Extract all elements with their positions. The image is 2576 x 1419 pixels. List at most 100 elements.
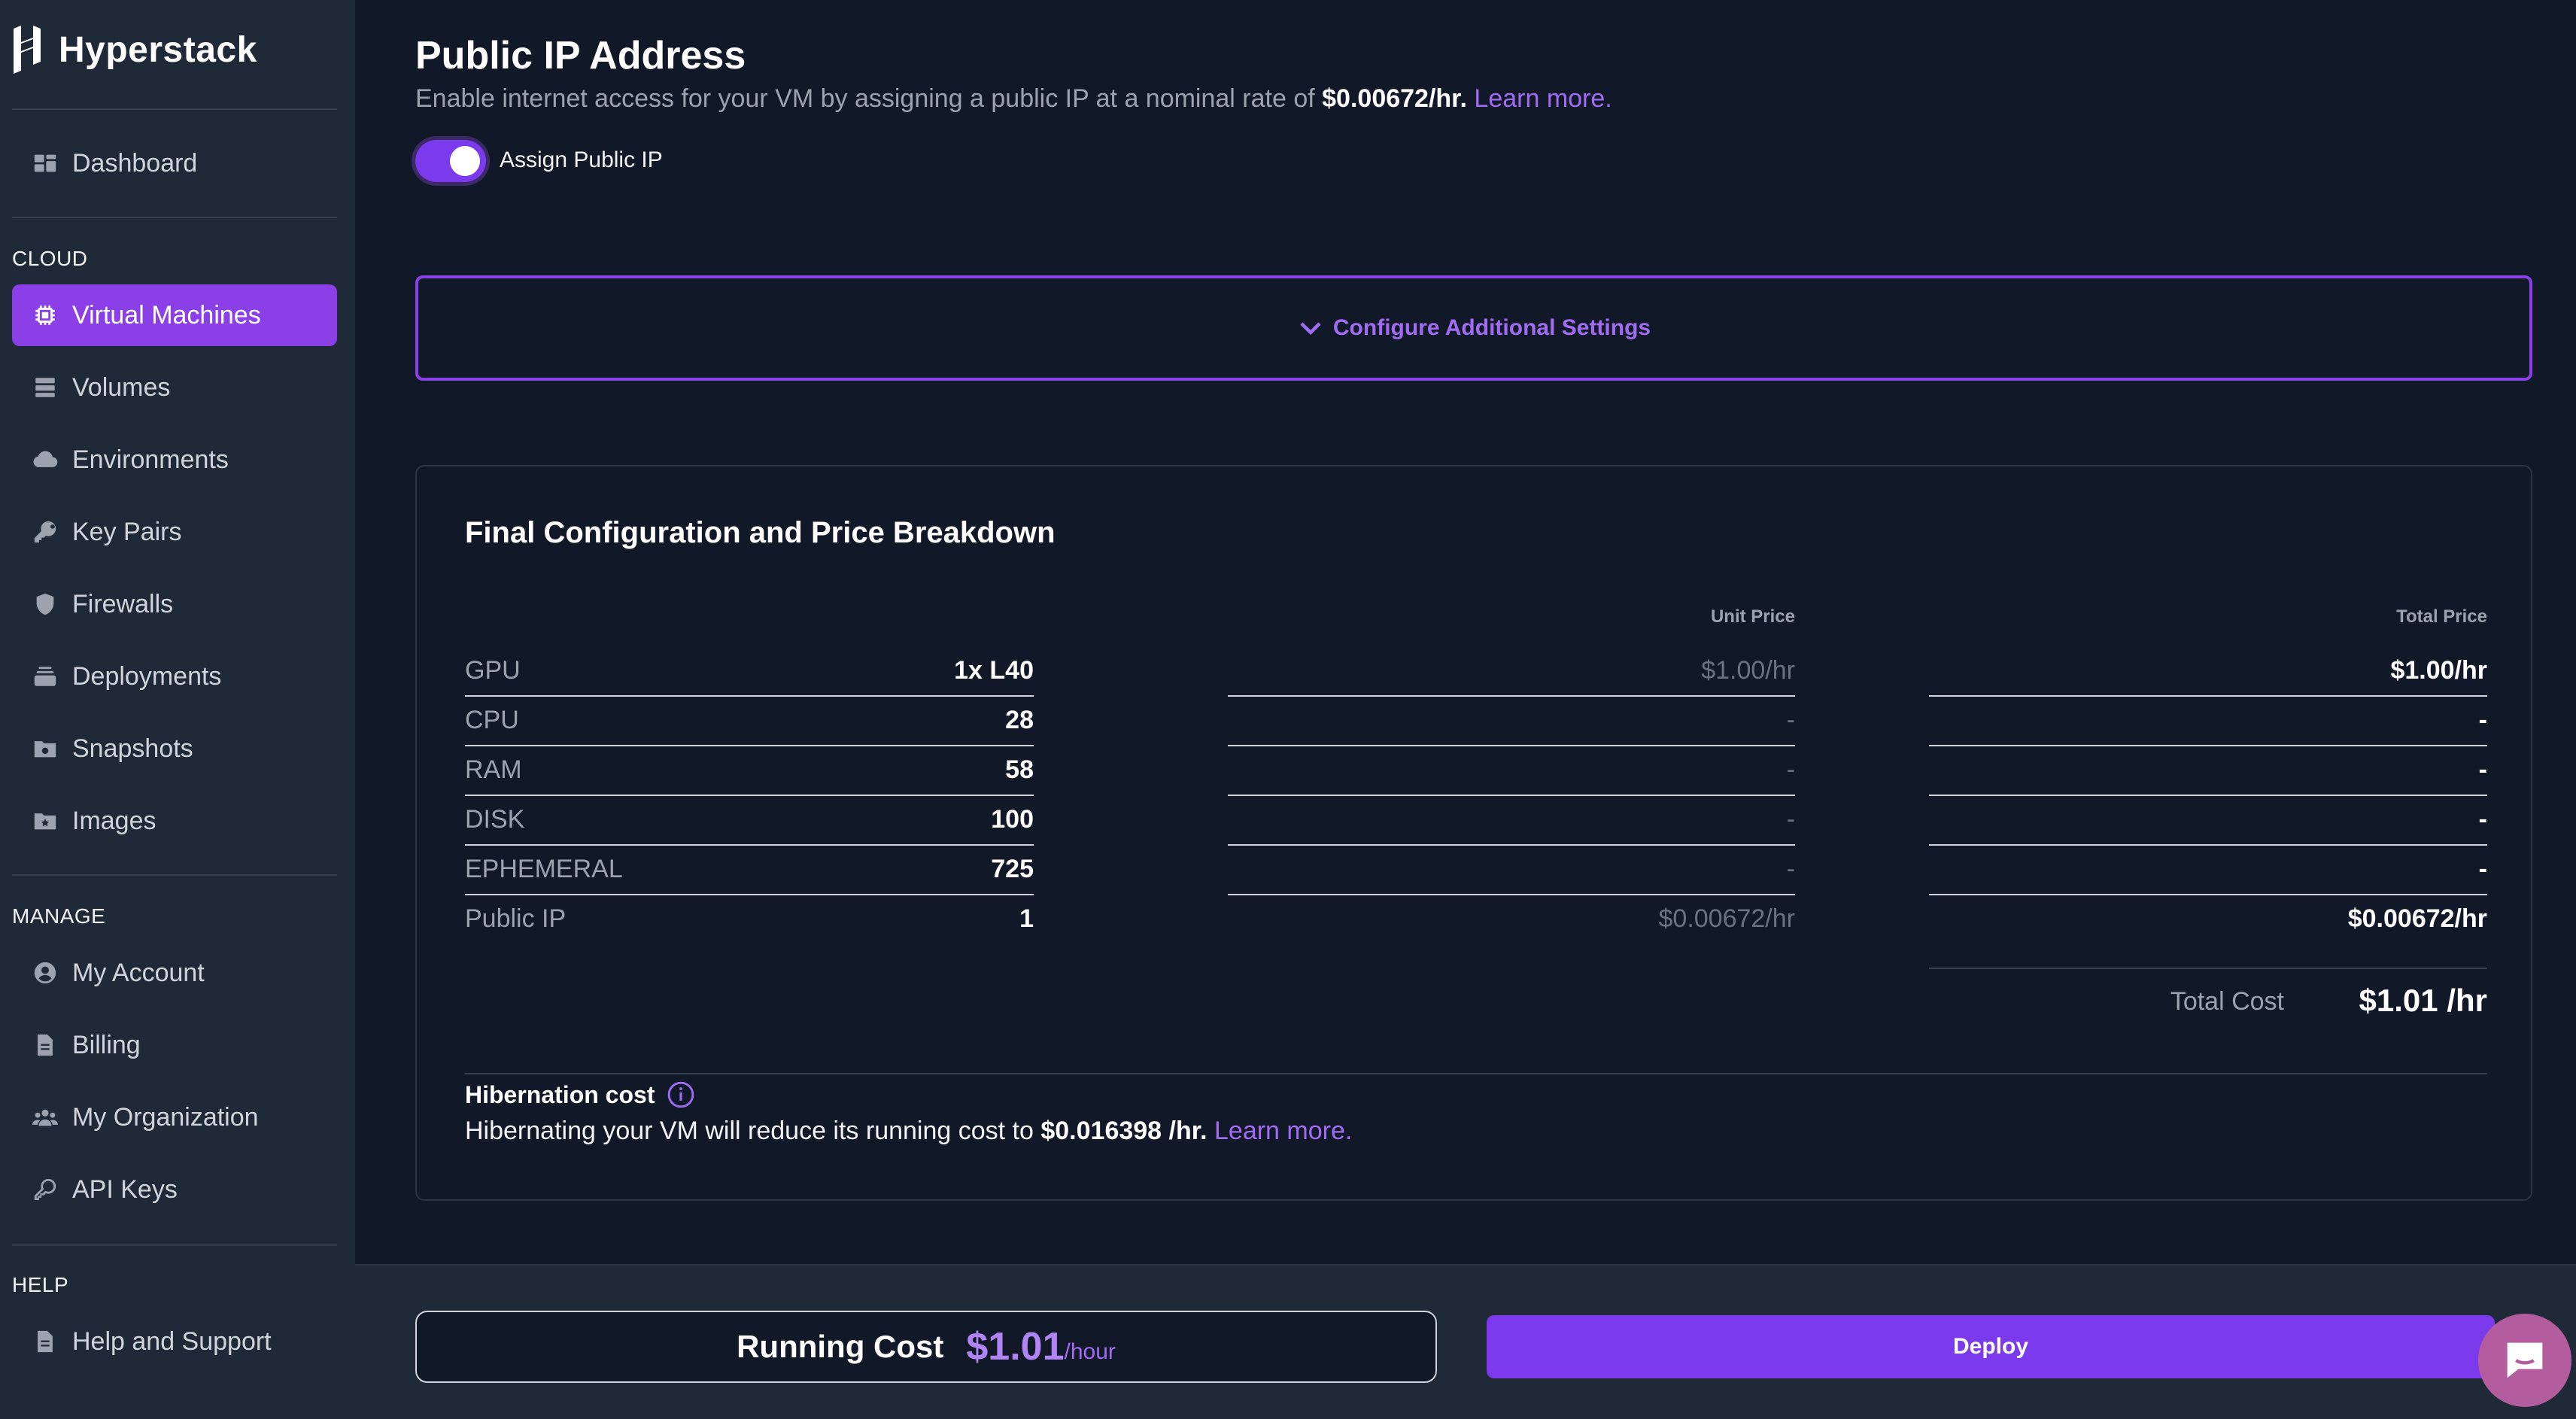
logo[interactable]: Hyperstack xyxy=(11,24,257,75)
total-divider xyxy=(1929,968,2487,969)
row-value: 1x L40 xyxy=(954,656,1034,685)
price-breakdown-card: Final Configuration and Price Breakdown … xyxy=(415,465,2532,1201)
row-divider xyxy=(465,695,1034,697)
row-divider xyxy=(465,795,1034,796)
row-divider xyxy=(465,745,1034,746)
sidebar-item-virtual-machines[interactable]: Virtual Machines xyxy=(12,284,337,346)
sidebar-item-help-and-support[interactable]: Help and Support xyxy=(12,1311,337,1372)
running-cost-label: Running Cost xyxy=(737,1329,944,1364)
sidebar-item-deployments[interactable]: Deployments xyxy=(12,646,337,707)
running-cost-box: Running Cost $1.01 /hour xyxy=(415,1311,1437,1383)
hibernation-learn-more-link[interactable]: Learn more. xyxy=(1214,1117,1352,1145)
row-value: 1 xyxy=(1019,904,1034,933)
chat-support-button[interactable] xyxy=(2478,1314,2571,1407)
total-cost-label: Total Cost xyxy=(2170,987,2284,1016)
row-label: RAM xyxy=(465,755,522,784)
sidebar-item-label: My Organization xyxy=(72,1102,259,1132)
document-icon xyxy=(30,1030,60,1060)
row-divider xyxy=(465,894,1034,895)
public-ip-rate: $0.00672/hr. xyxy=(1322,84,1467,113)
image-folder-icon xyxy=(30,806,60,836)
row-divider xyxy=(1228,745,1795,746)
row-label: EPHEMERAL xyxy=(465,855,623,883)
sidebar-item-my-account[interactable]: My Account xyxy=(12,942,337,1004)
sidebar-divider xyxy=(12,217,337,218)
sidebar-item-environments[interactable]: Environments xyxy=(12,429,337,491)
sidebar-item-api-keys[interactable]: API Keys xyxy=(12,1159,337,1220)
sidebar-item-label: API Keys xyxy=(72,1174,178,1204)
hibernation-text-prefix: Hibernating your VM will reduce its runn… xyxy=(465,1117,1041,1145)
sidebar-item-label: My Account xyxy=(72,958,205,987)
sidebar-item-volumes[interactable]: Volumes xyxy=(12,357,337,418)
sidebar: Hyperstack Dashboard CLOUD Virtual Machi… xyxy=(0,0,355,1419)
row-value: 58 xyxy=(1005,755,1034,784)
sidebar-item-label: Deployments xyxy=(72,661,222,691)
row-unit-price: - xyxy=(1786,805,1795,834)
row-divider xyxy=(1228,795,1795,796)
main-content: Public IP Address Enable internet access… xyxy=(355,0,2576,1419)
bottom-action-bar: Running Cost $1.01 /hour Deploy xyxy=(355,1264,2576,1419)
sidebar-item-label: Help and Support xyxy=(72,1326,272,1356)
sidebar-item-my-organization[interactable]: My Organization xyxy=(12,1086,337,1148)
info-icon[interactable] xyxy=(667,1080,695,1109)
dashboard-icon xyxy=(30,148,60,178)
row-divider xyxy=(1228,844,1795,846)
total-cost-value: $1.01 /hr xyxy=(2359,983,2487,1018)
sidebar-item-billing[interactable]: Billing xyxy=(12,1014,337,1076)
document-icon xyxy=(30,1326,60,1357)
row-total-price: $1.00/hr xyxy=(2390,656,2487,685)
sidebar-item-label: Virtual Machines xyxy=(72,300,261,330)
sidebar-item-label: Images xyxy=(72,806,156,835)
sidebar-item-firewalls[interactable]: Firewalls xyxy=(12,573,337,635)
section-label-manage: MANAGE xyxy=(12,904,106,928)
sidebar-item-dashboard[interactable]: Dashboard xyxy=(12,132,337,194)
hibernation-divider xyxy=(465,1073,2487,1074)
sidebar-item-label: Volumes xyxy=(72,372,171,402)
row-label: CPU xyxy=(465,706,519,734)
sidebar-divider xyxy=(12,108,337,110)
hibernation-cost-text: Hibernating your VM will reduce its runn… xyxy=(465,1117,1352,1146)
section-label-cloud: CLOUD xyxy=(12,247,88,270)
row-total-price: - xyxy=(2478,855,2487,883)
price-breakdown-title: Final Configuration and Price Breakdown xyxy=(465,516,1056,549)
shield-icon xyxy=(30,589,60,619)
chevron-down-icon xyxy=(1300,322,1321,336)
sidebar-item-label: Key Pairs xyxy=(72,517,182,546)
sidebar-item-snapshots[interactable]: Snapshots xyxy=(12,718,337,779)
row-label: DISK xyxy=(465,805,525,834)
configure-additional-settings-label: Configure Additional Settings xyxy=(1332,315,1651,340)
row-divider xyxy=(1228,695,1795,697)
chat-icon xyxy=(2507,1342,2543,1378)
sidebar-item-label: Billing xyxy=(72,1030,141,1059)
row-total-price: - xyxy=(2478,755,2487,784)
sidebar-divider xyxy=(12,874,337,876)
public-ip-desc-text: Enable internet access for your VM by as… xyxy=(415,84,1323,113)
row-unit-price: - xyxy=(1786,855,1795,883)
sidebar-item-label: Environments xyxy=(72,445,229,474)
cloud-icon xyxy=(30,445,60,475)
running-cost-unit: /hour xyxy=(1064,1339,1116,1364)
assign-public-ip-toggle[interactable] xyxy=(415,140,486,182)
row-total-price: - xyxy=(2478,805,2487,834)
key-icon xyxy=(30,517,60,547)
public-ip-learn-more-link[interactable]: Learn more. xyxy=(1474,84,1612,113)
brand-name: Hyperstack xyxy=(59,29,257,70)
unit-price-header: Unit Price xyxy=(1710,606,1795,627)
row-divider xyxy=(1929,894,2487,895)
row-unit-price: - xyxy=(1786,755,1795,784)
row-value: 725 xyxy=(991,855,1034,883)
sidebar-item-key-pairs[interactable]: Key Pairs xyxy=(12,501,337,563)
public-ip-title: Public IP Address xyxy=(415,34,746,77)
configure-additional-settings-button[interactable]: Configure Additional Settings xyxy=(415,275,2532,381)
deploy-button[interactable]: Deploy xyxy=(1487,1315,2495,1378)
row-divider xyxy=(1929,695,2487,697)
sidebar-divider xyxy=(12,1244,337,1246)
users-icon xyxy=(30,1102,60,1132)
section-label-help: HELP xyxy=(12,1273,69,1296)
row-unit-price: $0.00672/hr xyxy=(1658,904,1796,933)
database-icon xyxy=(30,372,60,403)
hibernation-rate: $0.016398 /hr. xyxy=(1040,1117,1208,1145)
sidebar-item-images[interactable]: Images xyxy=(12,790,337,852)
row-unit-price: $1.00/hr xyxy=(1701,656,1795,685)
layers-icon xyxy=(30,661,60,691)
